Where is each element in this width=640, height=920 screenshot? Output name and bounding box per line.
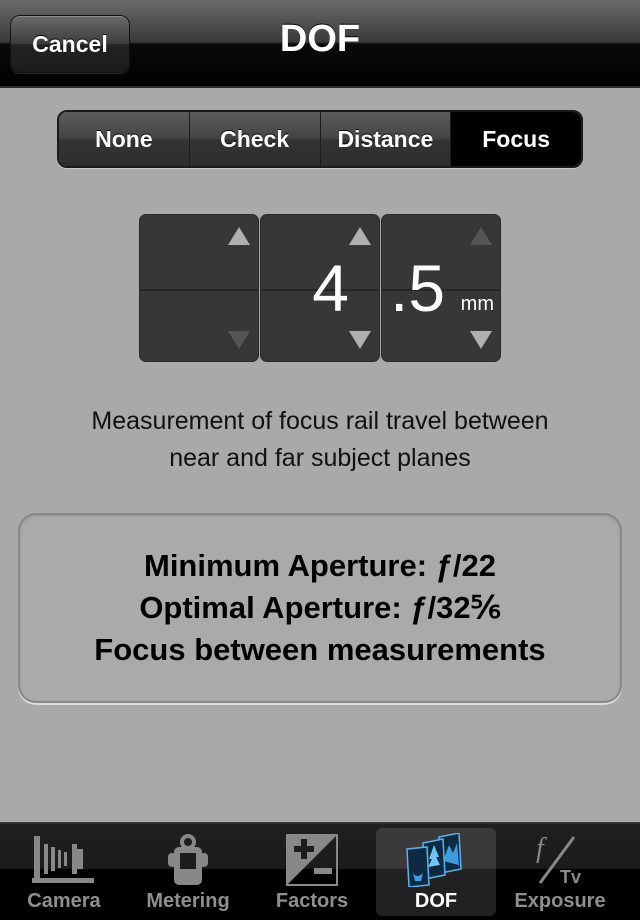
tab-label: DOF <box>414 890 458 912</box>
segment-check[interactable]: Check <box>189 112 321 166</box>
tab-factors[interactable]: Factors <box>252 822 372 918</box>
tab-label: Metering <box>146 890 230 912</box>
bellows-camera-icon <box>32 832 96 888</box>
tab-label: Factors <box>275 890 349 912</box>
navigation-bar: Cancel DOF <box>0 0 640 88</box>
svg-text:f: f <box>536 833 547 864</box>
focus-instruction-text: Focus between measurements <box>94 632 546 667</box>
tab-label: Camera <box>27 890 101 912</box>
segment-focus[interactable]: Focus <box>451 112 581 166</box>
exposure-compensation-icon <box>286 832 338 888</box>
decrement-tens-arrow-icon[interactable] <box>228 331 250 349</box>
tenths-digit: .5 <box>390 251 446 325</box>
decrement-tenths-arrow-icon[interactable] <box>470 331 492 349</box>
mode-segmented-control: None Check Distance Focus <box>57 110 583 168</box>
unit-label: mm <box>460 293 494 315</box>
tab-label: Exposure <box>514 890 606 912</box>
ones-digit: 4 <box>312 251 349 325</box>
increment-tenths-arrow-icon[interactable] <box>470 227 492 245</box>
optimal-aperture-text: Optimal Aperture: ƒ/32⅚ <box>139 590 501 625</box>
tab-camera[interactable]: Camera <box>4 822 124 918</box>
rail-travel-stepper: 4 .5 mm <box>139 214 502 362</box>
tab-exposure[interactable]: f Tv Exposure <box>500 822 620 918</box>
description-line-1: Measurement of focus rail travel between <box>91 407 549 435</box>
svg-text:Tv: Tv <box>560 867 581 887</box>
tab-dof[interactable]: DOF <box>376 828 496 916</box>
tab-bar: Camera Metering Factors DOF f Tv Exposur… <box>0 822 640 920</box>
description-line-2: near and far subject planes <box>169 444 471 472</box>
decrement-ones-arrow-icon[interactable] <box>349 331 371 349</box>
light-meter-icon <box>166 832 210 888</box>
result-panel: Minimum Aperture: ƒ/22 Optimal Aperture:… <box>18 513 622 703</box>
increment-ones-arrow-icon[interactable] <box>349 227 371 245</box>
segment-none[interactable]: None <box>59 112 190 166</box>
page-title: DOF <box>279 18 361 60</box>
f-tv-icon: f Tv <box>532 832 588 888</box>
minimum-aperture-text: Minimum Aperture: ƒ/22 <box>144 548 496 583</box>
stepper-column-ones: 4 <box>260 214 380 362</box>
tab-metering[interactable]: Metering <box>128 822 248 918</box>
segment-distance[interactable]: Distance <box>320 112 452 166</box>
dof-planes-icon <box>405 832 467 888</box>
stepper-column-tenths: .5 mm <box>381 214 501 362</box>
increment-tens-arrow-icon[interactable] <box>228 227 250 245</box>
stepper-column-tens <box>139 214 259 362</box>
description-text: Measurement of focus rail travel between… <box>20 403 620 477</box>
